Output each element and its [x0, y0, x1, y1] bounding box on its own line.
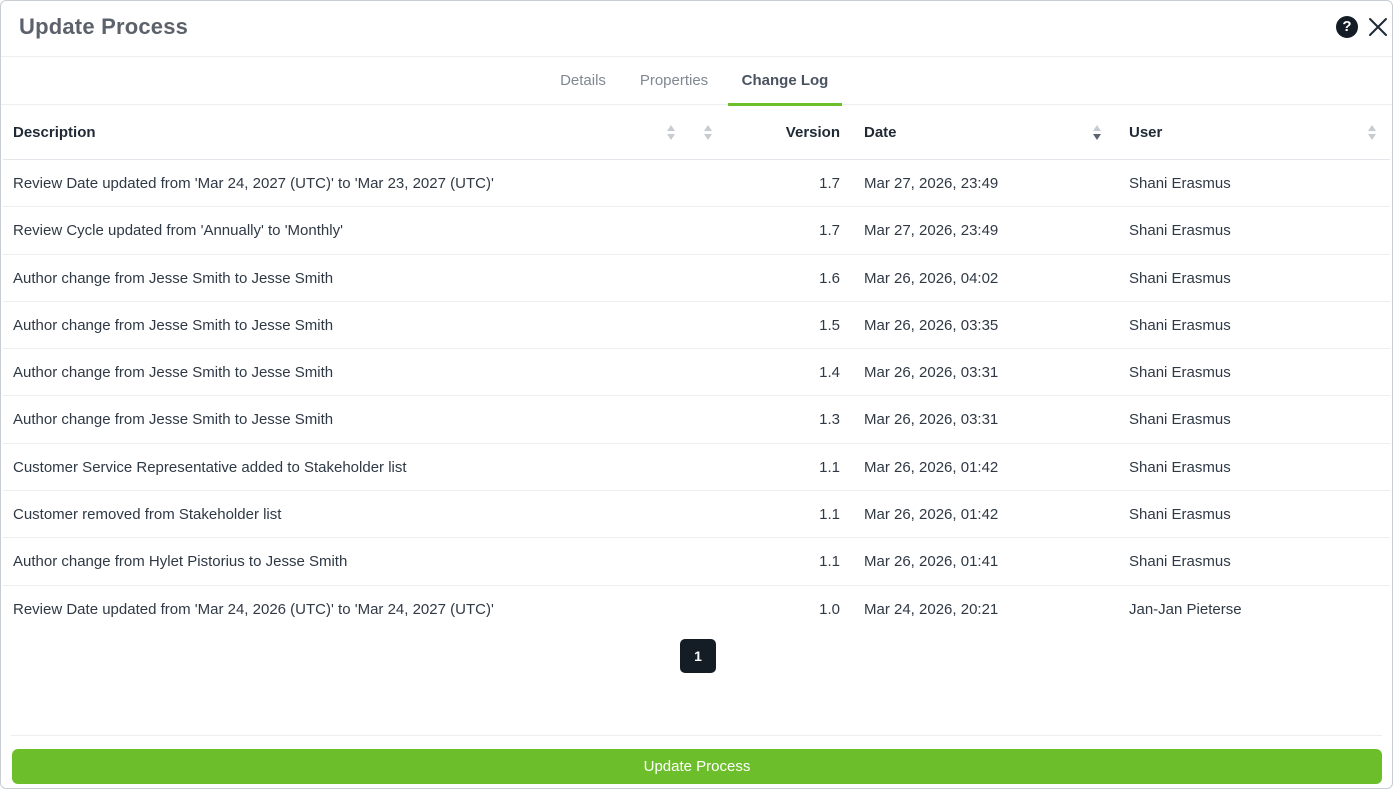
cell-date: Mar 27, 2026, 23:49	[864, 222, 999, 240]
change-log-table: Description Version Date User Review Dat…	[3, 105, 1390, 633]
sort-icon-date[interactable]	[1093, 125, 1101, 141]
column-header-date[interactable]: Date	[864, 105, 897, 160]
cell-date: Mar 26, 2026, 01:42	[864, 506, 999, 524]
cell-version: 1.1	[819, 458, 840, 476]
table-row: Review Date updated from 'Mar 24, 2026 (…	[3, 586, 1390, 633]
sort-icon-user[interactable]	[1368, 125, 1376, 141]
table-row: Review Date updated from 'Mar 24, 2027 (…	[3, 160, 1390, 208]
cell-date: Mar 26, 2026, 03:31	[864, 364, 999, 382]
cell-date: Mar 26, 2026, 03:31	[864, 411, 999, 429]
pagination-page-1[interactable]: 1	[680, 639, 716, 673]
cell-description: Customer Service Representative added to…	[13, 458, 407, 476]
cell-version: 1.7	[819, 175, 840, 192]
tab-properties[interactable]: Properties	[630, 57, 718, 105]
table-row: Author change from Jesse Smith to Jesse …	[3, 349, 1390, 397]
cell-user: Shani Erasmus	[1129, 458, 1231, 476]
cell-date: Mar 26, 2026, 01:41	[864, 553, 999, 571]
cell-user: Shani Erasmus	[1129, 175, 1231, 192]
cell-version: 1.7	[819, 222, 840, 240]
help-icon[interactable]: ?	[1336, 16, 1358, 38]
tab-details[interactable]: Details	[549, 57, 617, 105]
table-body: Review Date updated from 'Mar 24, 2027 (…	[3, 160, 1390, 633]
table-row: Author change from Jesse Smith to Jesse …	[3, 302, 1390, 350]
table-row: Customer removed from Stakeholder list 1…	[3, 491, 1390, 539]
cell-version: 1.0	[819, 600, 840, 618]
cell-user: Shani Erasmus	[1129, 506, 1231, 524]
cell-date: Mar 24, 2026, 20:21	[864, 600, 999, 618]
cell-user: Shani Erasmus	[1129, 222, 1231, 240]
cell-description: Review Date updated from 'Mar 24, 2026 (…	[13, 600, 494, 618]
cell-user: Shani Erasmus	[1129, 316, 1231, 334]
cell-user: Shani Erasmus	[1129, 553, 1231, 571]
cell-user: Shani Erasmus	[1129, 411, 1231, 429]
update-process-button[interactable]: Update Process	[12, 749, 1382, 784]
cell-version: 1.6	[819, 269, 840, 287]
cell-description: Author change from Jesse Smith to Jesse …	[13, 316, 334, 334]
cell-user: Shani Erasmus	[1129, 364, 1231, 382]
close-icon[interactable]	[1367, 15, 1389, 39]
cell-user: Jan-Jan Pieterse	[1129, 600, 1242, 618]
sort-icon-description[interactable]	[667, 125, 675, 141]
cell-version: 1.3	[819, 411, 840, 429]
cell-description: Author change from Hylet Pistorius to Je…	[13, 553, 348, 571]
cell-version: 1.1	[819, 553, 840, 571]
cell-date: Mar 27, 2026, 23:49	[864, 175, 999, 192]
cell-description: Author change from Jesse Smith to Jesse …	[13, 364, 334, 382]
table-row: Customer Service Representative added to…	[3, 444, 1390, 492]
cell-description: Author change from Jesse Smith to Jesse …	[13, 411, 334, 429]
cell-version: 1.1	[819, 506, 840, 524]
dialog-header: Update Process ?	[1, 1, 1392, 57]
footer-divider	[11, 735, 1382, 736]
table-row: Author change from Jesse Smith to Jesse …	[3, 396, 1390, 444]
cell-version: 1.4	[819, 364, 840, 382]
cell-description: Customer removed from Stakeholder list	[13, 506, 282, 524]
cell-user: Shani Erasmus	[1129, 269, 1231, 287]
cell-description: Review Cycle updated from 'Annually' to …	[13, 222, 343, 240]
cell-version: 1.5	[819, 316, 840, 334]
sort-icon-version[interactable]	[704, 125, 712, 141]
column-header-description[interactable]: Description	[13, 105, 96, 160]
cell-date: Mar 26, 2026, 03:35	[864, 316, 999, 334]
tab-bar: Details Properties Change Log	[1, 57, 1392, 106]
cell-description: Review Date updated from 'Mar 24, 2027 (…	[13, 175, 494, 192]
table-header: Description Version Date User	[3, 105, 1390, 160]
cell-description: Author change from Jesse Smith to Jesse …	[13, 269, 334, 287]
table-row: Author change from Jesse Smith to Jesse …	[3, 255, 1390, 302]
dialog-title: Update Process	[19, 14, 189, 39]
table-row: Author change from Hylet Pistorius to Je…	[3, 538, 1390, 586]
update-process-dialog: Update Process ? Details Properties Chan…	[0, 0, 1393, 789]
column-header-version[interactable]: Version	[786, 105, 840, 160]
cell-date: Mar 26, 2026, 04:02	[864, 269, 999, 287]
tab-change-log[interactable]: Change Log	[728, 57, 842, 106]
table-row: Review Cycle updated from 'Annually' to …	[3, 207, 1390, 255]
column-header-user[interactable]: User	[1129, 105, 1162, 160]
cell-date: Mar 26, 2026, 01:42	[864, 458, 999, 476]
